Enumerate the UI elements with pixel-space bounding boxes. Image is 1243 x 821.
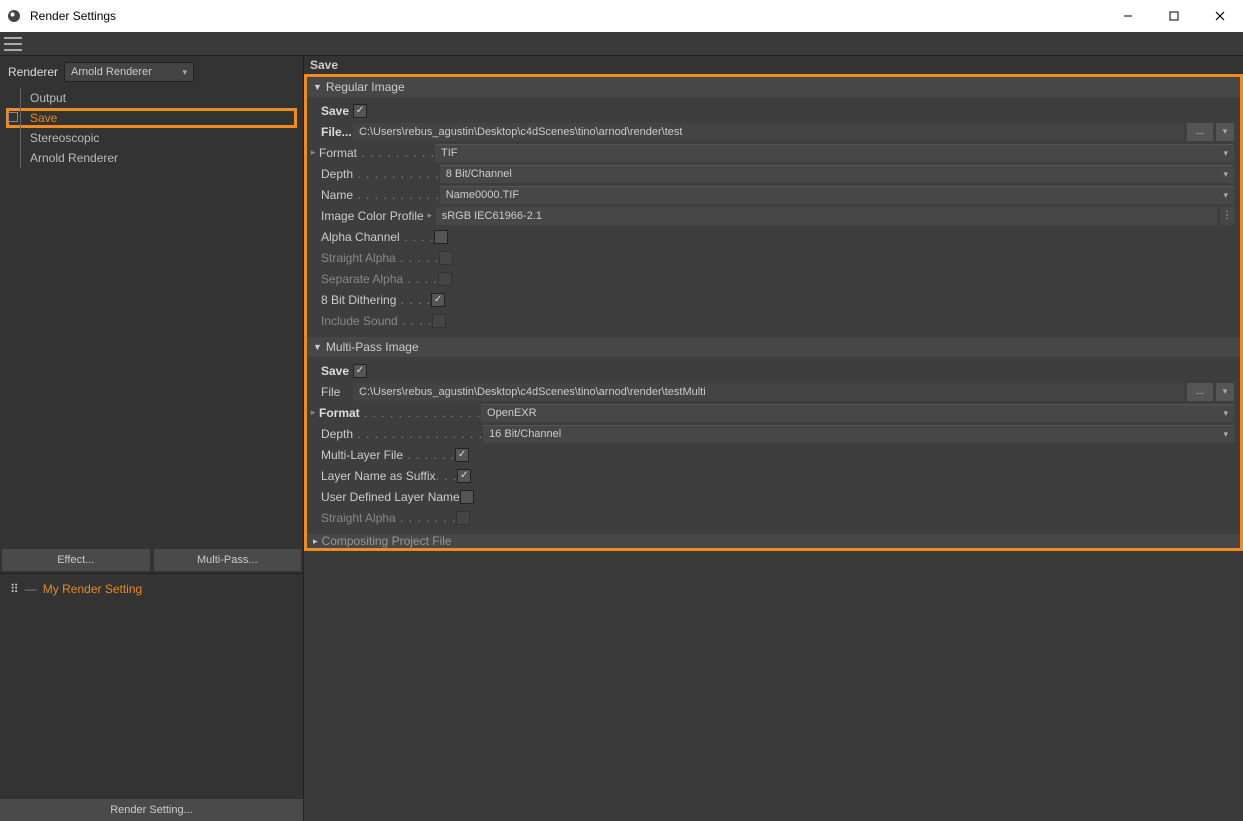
hamburger-icon[interactable] (4, 37, 22, 51)
renderer-value: Arnold Renderer (71, 66, 152, 78)
alpha-checkbox[interactable] (434, 230, 448, 244)
triangle-down-icon: ▼ (313, 82, 322, 92)
triangle-right-icon: ▸ (313, 536, 318, 547)
mp-format-label: Format . . . . . . . . . . . . . . (319, 406, 481, 420)
renderer-select[interactable]: Arnold Renderer ▾ (64, 62, 194, 82)
highlighted-panel: ▼ Regular Image Save File... C:\Users\re… (304, 74, 1243, 551)
regular-name-label: Name . . . . . . . . . . (321, 188, 440, 202)
regular-format-select[interactable]: TIF▾ (435, 144, 1234, 162)
include-sound-label: Include Sound . . . . (321, 314, 432, 328)
mp-layer-suffix-checkbox[interactable] (457, 469, 471, 483)
regular-name-select[interactable]: Name0000.TIF▾ (440, 186, 1234, 204)
mp-depth-label: Depth . . . . . . . . . . . . . . . (321, 427, 483, 441)
regular-save-checkbox[interactable] (353, 104, 367, 118)
section-compositing-header[interactable]: ▸ Compositing Project File (307, 534, 1240, 548)
mp-file-browse-button[interactable]: ... (1187, 383, 1213, 401)
regular-file-label: File... (321, 125, 353, 139)
preset-icon: ⠿ (10, 582, 19, 596)
sidebar: Renderer Arnold Renderer ▾ Output Save S… (0, 56, 304, 821)
chevron-right-icon[interactable]: ▸ (307, 407, 319, 418)
mp-multilayer-label: Multi-Layer File . . . . . . (321, 448, 455, 462)
my-render-setting-row[interactable]: ⠿ — My Render Setting (0, 573, 303, 799)
color-profile-menu[interactable]: ⋮ (1220, 207, 1234, 225)
minimize-button[interactable] (1105, 0, 1151, 32)
window-titlebar: Render Settings (0, 0, 1243, 32)
mp-straight-alpha-checkbox (456, 511, 470, 525)
regular-file-browse-button[interactable]: ... (1187, 123, 1213, 141)
section-multipass-header[interactable]: ▼ Multi-Pass Image (307, 337, 1240, 357)
straight-alpha-label: Straight Alpha . . . . . (321, 251, 439, 265)
separate-alpha-label: Separate Alpha . . . . (321, 272, 438, 286)
mp-file-field[interactable]: C:\Users\rebus_agustin\Desktop\c4dScenes… (353, 383, 1184, 401)
content-panel: Save ▼ Regular Image Save File... C:\Use… (304, 56, 1243, 821)
content-header: Save (304, 56, 1243, 74)
window-title: Render Settings (30, 9, 1105, 23)
mp-user-layer-checkbox[interactable] (460, 490, 474, 504)
section-regular-header[interactable]: ▼ Regular Image (307, 77, 1240, 97)
dither-label: 8 Bit Dithering . . . . (321, 293, 431, 307)
include-sound-checkbox (432, 314, 446, 328)
multipass-button[interactable]: Multi-Pass... (154, 549, 302, 571)
mp-format-select[interactable]: OpenEXR▾ (481, 404, 1234, 422)
tree-item-arnold[interactable]: Arnold Renderer (6, 148, 297, 168)
mp-save-checkbox[interactable] (353, 364, 367, 378)
renderer-label: Renderer (8, 65, 58, 79)
render-setting-button[interactable]: Render Setting... (0, 799, 303, 821)
regular-file-dropdown[interactable]: ▾ (1216, 123, 1234, 141)
regular-format-label: Format . . . . . . . . . (319, 146, 435, 160)
effect-button[interactable]: Effect... (2, 549, 150, 571)
mp-user-layer-label: User Defined Layer Name (321, 490, 460, 504)
menubar (0, 32, 1243, 56)
close-button[interactable] (1197, 0, 1243, 32)
regular-depth-select[interactable]: 8 Bit/Channel▾ (440, 165, 1234, 183)
mp-depth-select[interactable]: 16 Bit/Channel▾ (483, 425, 1234, 443)
maximize-button[interactable] (1151, 0, 1197, 32)
mp-layer-suffix-label: Layer Name as Suffix. . . (321, 469, 457, 483)
mp-straight-alpha-label: Straight Alpha . . . . . . . (321, 511, 456, 525)
regular-save-label: Save (321, 104, 353, 118)
my-render-setting-label: My Render Setting (43, 582, 142, 596)
tree-item-stereoscopic[interactable]: Stereoscopic (6, 128, 297, 148)
settings-tree: Output Save Stereoscopic Arnold Renderer (0, 88, 303, 549)
dither-checkbox[interactable] (431, 293, 445, 307)
app-icon (6, 8, 22, 24)
alpha-label: Alpha Channel . . . . (321, 230, 434, 244)
color-profile-field[interactable]: sRGB IEC61966-2.1 (436, 207, 1217, 225)
color-profile-label: Image Color Profile (321, 209, 424, 223)
chevron-down-icon: ▾ (183, 67, 188, 78)
separate-alpha-checkbox (438, 272, 452, 286)
straight-alpha-checkbox (439, 251, 453, 265)
tree-item-output[interactable]: Output (6, 88, 297, 108)
chevron-right-icon[interactable]: ▸ (307, 147, 319, 158)
tree-item-save[interactable]: Save (6, 108, 297, 128)
mp-file-dropdown[interactable]: ▾ (1216, 383, 1234, 401)
chevron-right-icon[interactable]: ▸ (424, 210, 436, 221)
mp-file-label: File (321, 385, 353, 399)
mp-multilayer-checkbox[interactable] (455, 448, 469, 462)
mp-save-label: Save (321, 364, 353, 378)
triangle-down-icon: ▼ (313, 342, 322, 352)
regular-file-field[interactable]: C:\Users\rebus_agustin\Desktop\c4dScenes… (353, 123, 1184, 141)
regular-depth-label: Depth . . . . . . . . . . (321, 167, 440, 181)
